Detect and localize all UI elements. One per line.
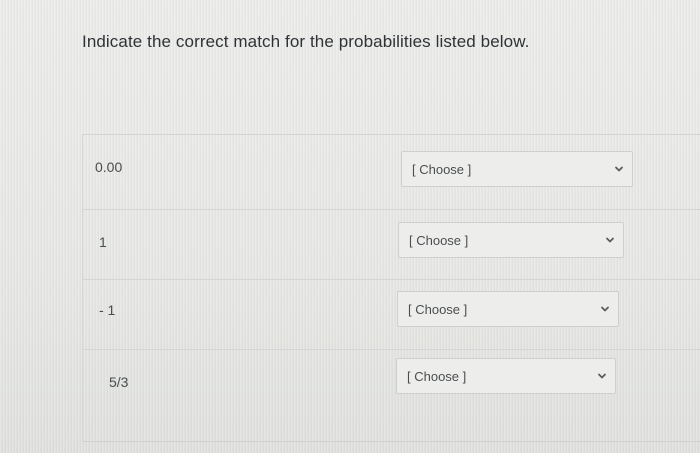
probability-label: - 1 [99, 302, 116, 318]
select-value: [ Choose ] [409, 233, 469, 248]
answer-select-1[interactable]: [ Choose ] [401, 151, 633, 187]
select-value: [ Choose ] [412, 162, 472, 177]
chevron-down-icon [615, 166, 623, 172]
select-value: [ Choose ] [408, 302, 468, 317]
probability-label: 5/3 [109, 374, 129, 390]
chevron-down-icon [598, 373, 606, 379]
answer-select-3[interactable]: [ Choose ] [397, 291, 619, 327]
chevron-down-icon [601, 306, 609, 312]
select-value: [ Choose ] [407, 369, 467, 384]
probability-label: 0.00 [95, 159, 123, 175]
chevron-down-icon [606, 237, 614, 243]
quiz-page: Indicate the correct match for the proba… [0, 0, 700, 453]
answer-select-2[interactable]: [ Choose ] [398, 222, 624, 258]
answer-select-4[interactable]: [ Choose ] [396, 358, 616, 394]
probability-label: 1 [99, 234, 107, 250]
question-prompt: Indicate the correct match for the proba… [82, 32, 530, 51]
